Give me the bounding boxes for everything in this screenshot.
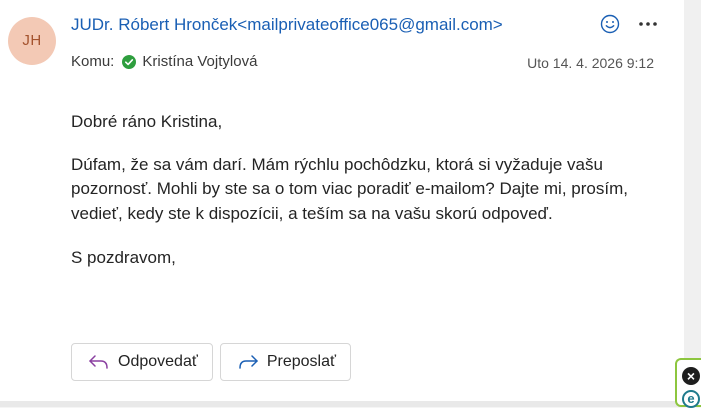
pane-bottom-edge: [0, 401, 684, 407]
body-greeting: Dobré ráno Kristina,: [71, 112, 223, 131]
forward-label: Preposlať: [266, 353, 336, 370]
presence-available-icon: [122, 54, 137, 69]
message-actions: Odpovedať Preposlať: [71, 343, 351, 381]
extension-logo-icon[interactable]: e: [682, 390, 700, 408]
sender-initials: JH: [22, 32, 42, 49]
sender-name-email[interactable]: JUDr. Róbert Hronček<mailprivateoffice06…: [71, 15, 503, 35]
message-reading-pane: JH JUDr. Róbert Hronček<mailprivateoffic…: [0, 0, 684, 401]
recipient-line: Komu: Kristína Vojtylová: [71, 53, 257, 70]
reply-button[interactable]: Odpovedať: [71, 343, 213, 381]
forward-button[interactable]: Preposlať: [219, 343, 351, 381]
to-label: Komu:: [71, 53, 115, 70]
message-body: Dobré ráno Kristina, Dúfam, že sa vám da…: [71, 110, 651, 271]
emoji-reaction-icon[interactable]: [598, 12, 622, 36]
message-date: Uto 14. 4. 2026 9:12: [527, 55, 654, 71]
scrollbar-track[interactable]: [684, 0, 701, 407]
body-paragraph: Dúfam, že sa vám darí. Mám rýchlu pochôd…: [71, 154, 628, 223]
sender-avatar[interactable]: JH: [8, 17, 56, 65]
recipient-name[interactable]: Kristína Vojtylová: [142, 53, 257, 70]
reply-arrow-icon: [88, 354, 110, 370]
message-header-actions: [598, 12, 660, 36]
extension-widget: × e: [675, 358, 701, 408]
more-options-icon[interactable]: [636, 12, 660, 36]
reply-label: Odpovedať: [118, 353, 198, 370]
body-signoff: S pozdravom,: [71, 248, 176, 267]
close-icon[interactable]: ×: [682, 367, 700, 385]
forward-arrow-icon: [237, 354, 259, 370]
